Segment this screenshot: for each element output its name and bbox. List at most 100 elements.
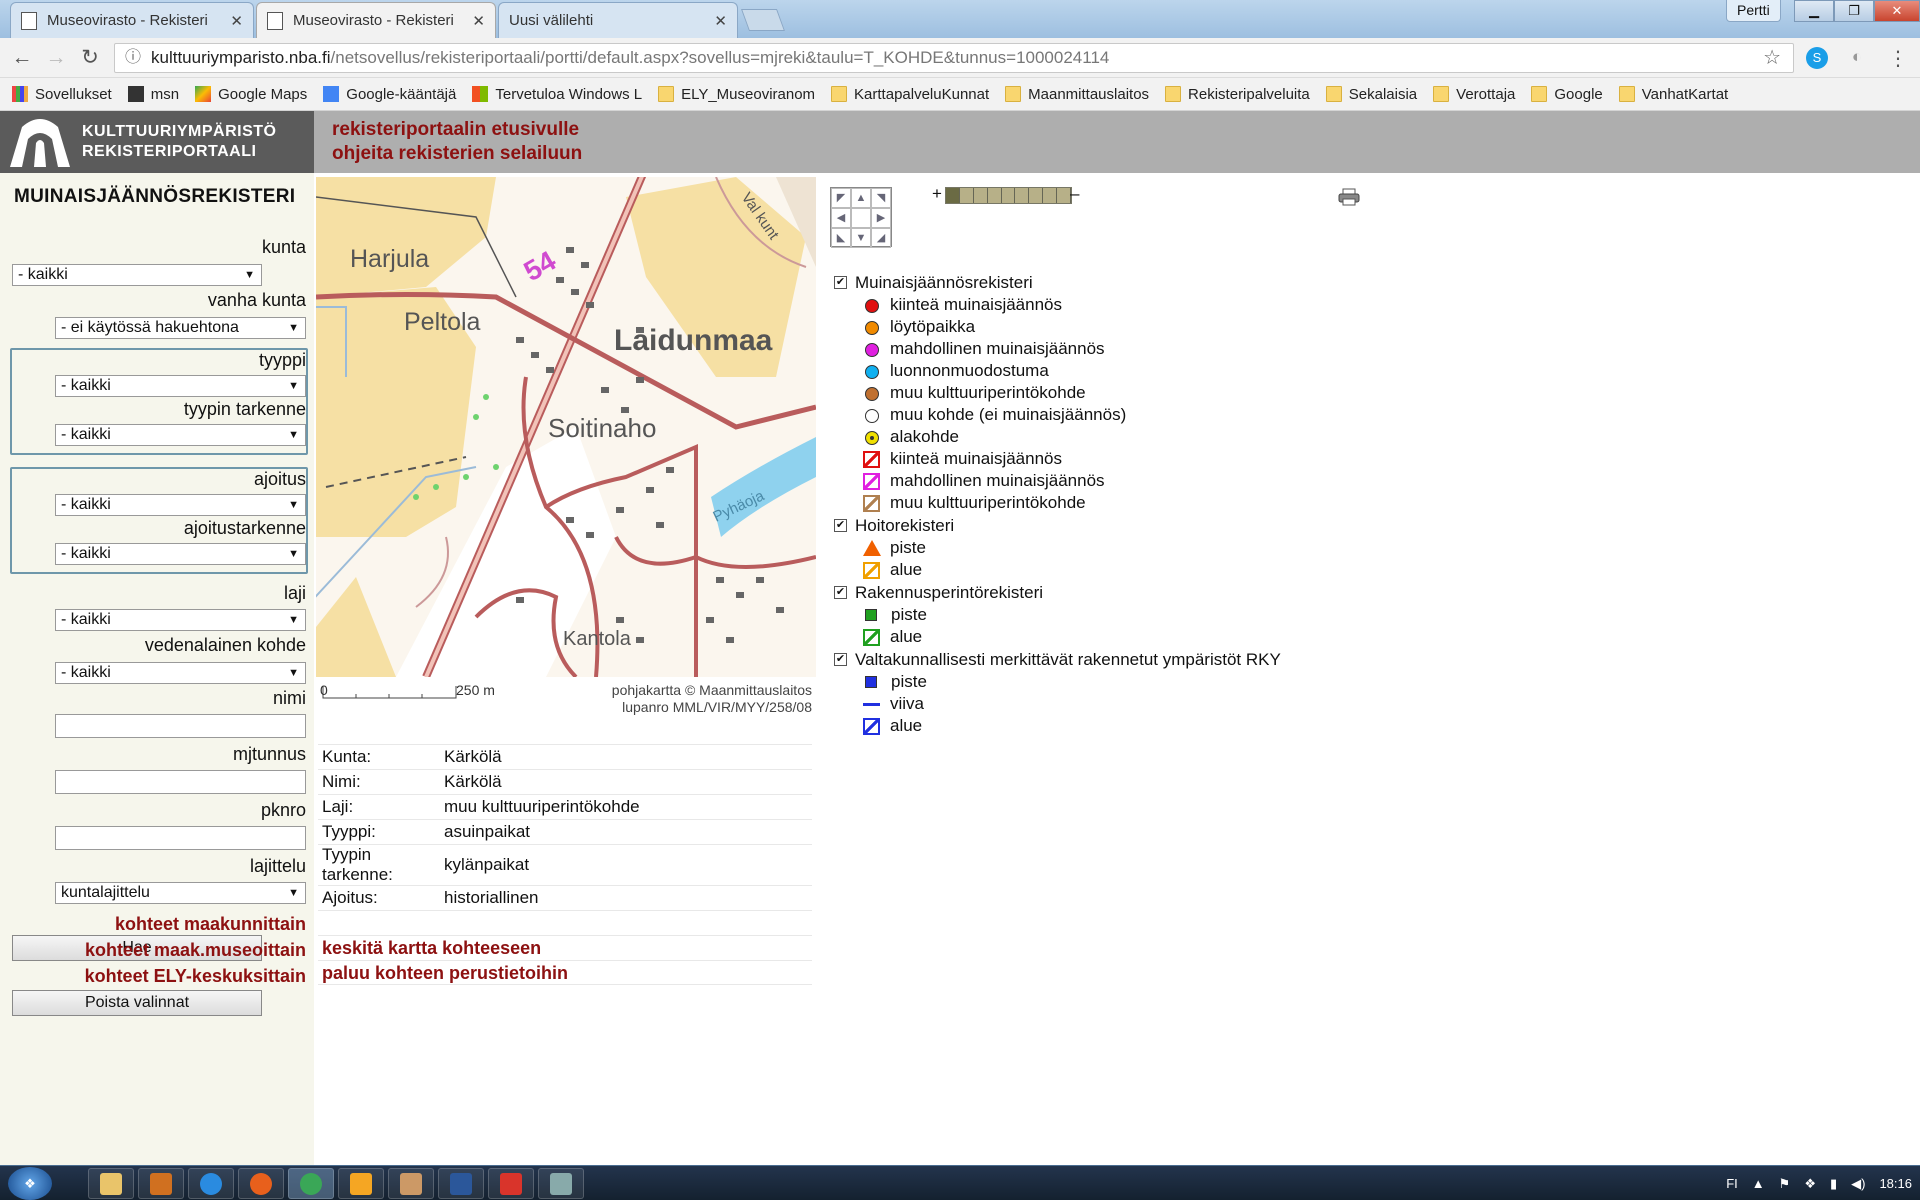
taskbar-app-ie[interactable] (188, 1168, 234, 1199)
bookmark-item[interactable]: VanhatKartat (1618, 86, 1728, 103)
layer-checkbox[interactable]: ✔ (834, 653, 847, 666)
legend-group-header[interactable]: ✔ Valtakunnallisesti merkittävät rakennet… (834, 648, 1281, 671)
maximize-icon[interactable]: ❐ (1834, 0, 1874, 22)
browser-tab-1[interactable]: Museovirasto - Rekisteri ✕ (10, 2, 254, 38)
pan-north-icon[interactable]: ▲ (851, 188, 871, 208)
print-icon[interactable] (1338, 188, 1360, 206)
zoom-level[interactable] (946, 188, 960, 203)
reload-icon[interactable]: ↻ (78, 46, 102, 70)
menu-icon[interactable]: ⋮ (1888, 46, 1908, 71)
legend-group-header[interactable]: ✔ Muinaisjäännösrekisteri (834, 271, 1281, 294)
center-map-link[interactable]: keskitä kartta kohteeseen (318, 935, 812, 960)
bookmark-star-icon[interactable]: ☆ (1763, 44, 1781, 72)
layer-checkbox[interactable]: ✔ (834, 276, 847, 289)
close-tab-icon[interactable]: ✕ (230, 12, 243, 30)
bookmark-item[interactable]: KarttapalveluKunnat (831, 86, 989, 103)
clock[interactable]: 18:16 (1879, 1176, 1912, 1191)
browser-tab-3[interactable]: Uusi välilehti ✕ (498, 2, 738, 38)
zoom-level[interactable] (1001, 188, 1016, 203)
nimi-input[interactable] (55, 714, 306, 738)
zoom-level[interactable] (1015, 188, 1030, 203)
bookmark-item[interactable]: Google-kääntäjä (323, 86, 456, 103)
taskbar-app-firefox[interactable] (238, 1168, 284, 1199)
taskbar-app-chrome[interactable] (288, 1168, 334, 1199)
mjtunnus-input[interactable] (55, 770, 306, 794)
bookmark-item[interactable]: Verottaja (1433, 86, 1515, 103)
pan-northeast-icon[interactable]: ◥ (871, 188, 891, 208)
minimize-icon[interactable]: ▁ (1794, 0, 1834, 22)
bookmark-item[interactable]: Rekisteripalveluita (1165, 86, 1310, 103)
extension-icon[interactable]: S (1806, 47, 1828, 69)
legend-group-header[interactable]: ✔ Hoitorekisteri (834, 514, 1281, 537)
zoom-out-button[interactable]: – (1070, 184, 1079, 204)
layer-checkbox[interactable]: ✔ (834, 586, 847, 599)
ajoitustarkenne-select[interactable]: - kaikki ▼ (55, 543, 306, 565)
bookmark-item[interactable]: Sekalaisia (1325, 86, 1417, 103)
laji-select[interactable]: - kaikki ▼ (55, 609, 306, 631)
zoom-level[interactable] (973, 188, 988, 203)
bookmark-item[interactable]: ELY_Museoviranom (658, 86, 815, 103)
home-link[interactable]: rekisteriportaalin etusivulle (332, 118, 582, 142)
zoom-in-button[interactable]: + (932, 184, 942, 204)
new-tab-button[interactable] (740, 9, 786, 31)
network-icon[interactable]: ▮ (1830, 1176, 1837, 1192)
by-museum-link[interactable]: kohteet maak.museoittain (85, 937, 306, 963)
pan-east-icon[interactable]: ▶ (871, 208, 891, 228)
pan-northwest-icon[interactable]: ◤ (831, 188, 851, 208)
taskbar-app-notes[interactable] (388, 1168, 434, 1199)
bookmark-item[interactable]: Google (1531, 86, 1603, 103)
map-view[interactable]: Harjula Peltola Laidunmaa Soitinaho Kant… (316, 177, 816, 677)
layer-checkbox[interactable]: ✔ (834, 519, 847, 532)
flag-icon[interactable]: ⚑ (1779, 1176, 1791, 1192)
tyypin-tarkenne-select[interactable]: - kaikki ▼ (55, 424, 306, 446)
pan-west-icon[interactable]: ◀ (831, 208, 851, 228)
taskbar-app-pdf[interactable] (488, 1168, 534, 1199)
by-region-link[interactable]: kohteet maakunnittain (85, 911, 306, 937)
zoom-level[interactable] (1029, 188, 1044, 203)
taskbar-app-paint[interactable] (338, 1168, 384, 1199)
profile-button[interactable]: Pertti (1726, 0, 1781, 22)
language-indicator[interactable]: FI (1726, 1176, 1738, 1191)
ajoitus-select[interactable]: - kaikki ▼ (55, 494, 306, 516)
vanha-kunta-select[interactable]: - ei käytössä hakuehtona ▼ (55, 317, 306, 339)
bookmark-item[interactable]: Sovellukset (12, 86, 112, 103)
bookmark-item[interactable]: Tervetuloa Windows L (472, 86, 642, 103)
back-icon[interactable]: ← (10, 46, 34, 70)
bookmark-item[interactable]: Maanmittauslaitos (1005, 86, 1149, 103)
close-tab-icon[interactable]: ✕ (714, 12, 727, 30)
extension-2-icon[interactable]: ◐ (1846, 47, 1868, 69)
help-link[interactable]: ohjeita rekisterien selailuun (332, 142, 582, 166)
dropbox-icon[interactable]: ❖ (1804, 1176, 1816, 1192)
tyyppi-select[interactable]: - kaikki ▼ (55, 375, 306, 397)
forward-icon[interactable]: → (44, 46, 68, 70)
zoom-level[interactable] (959, 188, 974, 203)
clear-selections-button[interactable]: Poista valinnat (12, 990, 262, 1016)
kunta-select[interactable]: - kaikki ▼ (12, 264, 262, 286)
zoom-level[interactable] (987, 188, 1002, 203)
lajittelu-select[interactable]: kuntalajittelu ▼ (55, 882, 306, 904)
pan-south-icon[interactable]: ▼ (851, 228, 871, 248)
back-to-details-link[interactable]: paluu kohteen perustietoihin (318, 960, 812, 985)
taskbar-app-explorer[interactable] (88, 1168, 134, 1199)
bookmark-item[interactable]: msn (127, 86, 179, 103)
pan-southwest-icon[interactable]: ◣ (831, 228, 851, 248)
show-hidden-icons-icon[interactable]: ▲ (1752, 1176, 1765, 1191)
by-ely-link[interactable]: kohteet ELY-keskuksittain (85, 963, 306, 989)
browser-tab-2[interactable]: Museovirasto - Rekisteri ✕ (256, 2, 496, 38)
start-button[interactable]: ❖ (8, 1167, 52, 1200)
site-logo[interactable]: KULTTUURIYMPÄRISTÖ REKISTERIPORTAALI (0, 111, 314, 173)
close-tab-icon[interactable]: ✕ (472, 12, 485, 30)
volume-icon[interactable]: ◀) (1851, 1176, 1865, 1192)
legend-group-header[interactable]: ✔ Rakennusperintörekisteri (834, 581, 1281, 604)
close-window-icon[interactable]: ✕ (1874, 0, 1920, 22)
vedenalainen-select[interactable]: - kaikki ▼ (55, 662, 306, 684)
zoom-level[interactable] (1043, 188, 1058, 203)
page-info-icon[interactable]: ⓘ (125, 44, 141, 72)
zoom-level[interactable] (1057, 188, 1072, 203)
bookmark-item[interactable]: Google Maps (195, 86, 307, 103)
pknro-input[interactable] (55, 826, 306, 850)
taskbar-app-calc[interactable] (538, 1168, 584, 1199)
pan-southeast-icon[interactable]: ◢ (871, 228, 891, 248)
pan-center-icon[interactable] (851, 208, 871, 228)
taskbar-app-media[interactable] (138, 1168, 184, 1199)
